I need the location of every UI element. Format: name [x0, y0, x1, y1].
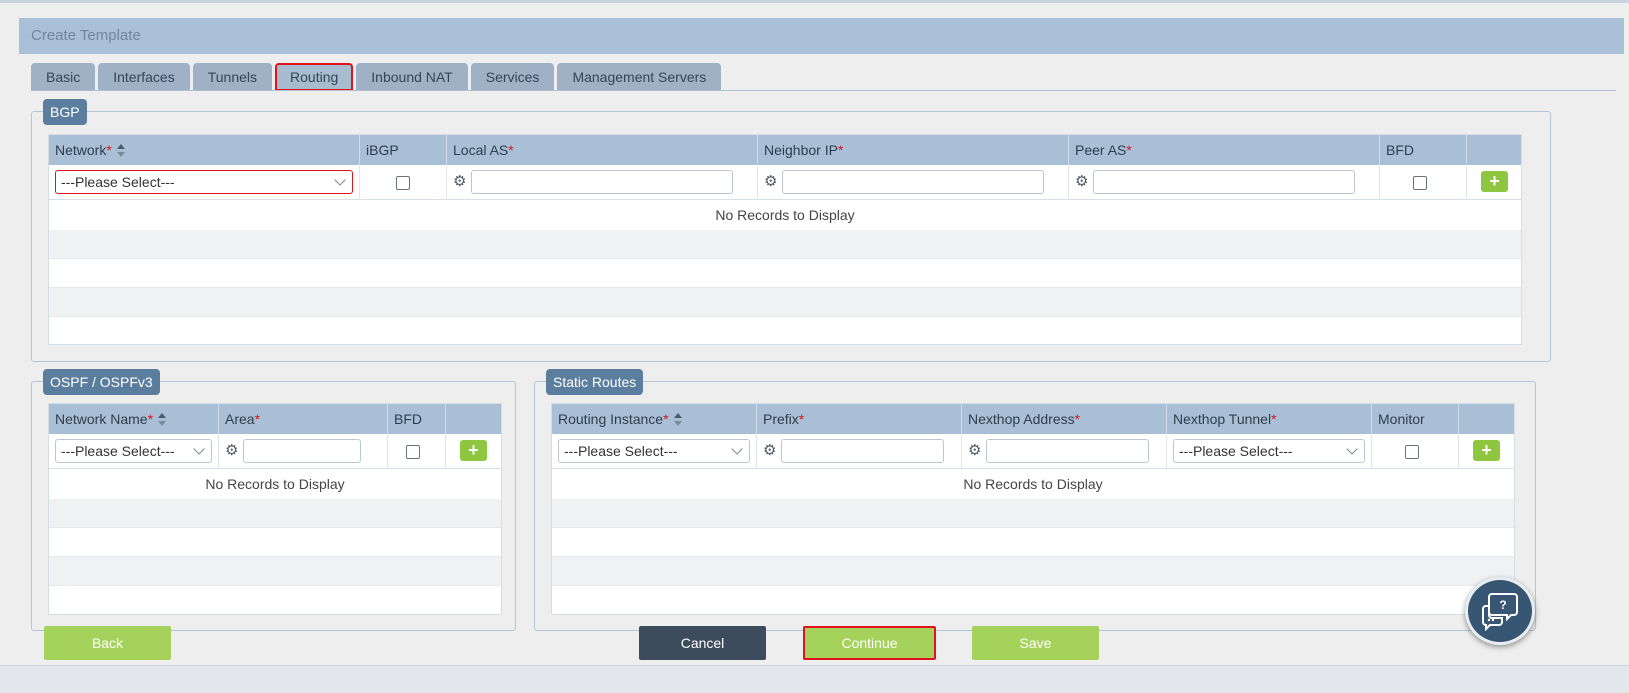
gear-icon[interactable]: ⚙ — [453, 174, 468, 189]
tab-services[interactable]: Services — [470, 63, 555, 91]
gear-icon[interactable]: ⚙ — [1075, 174, 1090, 189]
ospf-input-row: ---Please Select--- ⚙ + — [49, 434, 501, 469]
sort-icon[interactable] — [673, 413, 683, 427]
chevron-down-icon — [1346, 443, 1358, 455]
help-chat-button[interactable]: ? — [1465, 577, 1535, 645]
col-network-name[interactable]: Network Name* — [49, 404, 219, 434]
static-routes-empty-message: No Records to Display — [552, 469, 1514, 499]
tab-management-servers[interactable]: Management Servers — [557, 63, 722, 91]
gear-icon[interactable]: ⚙ — [764, 174, 779, 189]
gear-icon[interactable]: ⚙ — [968, 443, 983, 458]
ospf-grid: Network Name* Area* BFD ---Please Select… — [48, 403, 502, 615]
col-nexthop-tunnel: Nexthop Tunnel* — [1167, 404, 1372, 434]
tab-routing[interactable]: Routing — [275, 63, 354, 91]
col-area: Area* — [219, 404, 388, 434]
static-routes-legend: Static Routes — [546, 369, 644, 395]
table-row — [552, 499, 1514, 528]
table-row — [49, 317, 1521, 346]
table-row — [49, 499, 501, 528]
ospf-add-button[interactable]: + — [460, 440, 487, 461]
routing-instance-select[interactable]: ---Please Select--- — [558, 439, 750, 463]
col-neighbor-ip: Neighbor IP* — [758, 135, 1069, 165]
static-route-add-button[interactable]: + — [1473, 440, 1500, 461]
nexthop-tunnel-select[interactable]: ---Please Select--- — [1173, 439, 1365, 463]
continue-button[interactable]: Continue — [803, 626, 936, 660]
static-routes-grid: Routing Instance* Prefix* Nexthop Addres… — [551, 403, 1515, 615]
bgp-legend: BGP — [43, 99, 87, 125]
ospf-legend: OSPF / OSPFv3 — [43, 369, 160, 395]
col-network[interactable]: Network* — [49, 135, 360, 165]
col-actions — [1467, 135, 1521, 165]
col-routing-instance[interactable]: Routing Instance* — [552, 404, 757, 434]
bgp-grid: Network* iBGP Local AS* Neighbor IP* Pee… — [48, 134, 1522, 345]
col-peer-as: Peer AS* — [1069, 135, 1380, 165]
tab-basic[interactable]: Basic — [31, 63, 96, 91]
sort-icon[interactable] — [157, 413, 167, 427]
table-row — [49, 259, 1521, 288]
tab-inbound-nat[interactable]: Inbound NAT — [356, 63, 468, 91]
static-routes-input-row: ---Please Select--- ⚙ ⚙ ---Please Select… — [552, 434, 1514, 469]
bgp-network-select[interactable]: ---Please Select--- — [55, 170, 353, 194]
tab-divider — [31, 90, 1616, 91]
monitor-checkbox[interactable] — [1405, 445, 1419, 459]
table-row — [49, 528, 501, 557]
col-nexthop-address: Nexthop Address* — [962, 404, 1167, 434]
chevron-down-icon — [731, 443, 743, 455]
table-row — [552, 528, 1514, 557]
bgp-input-row: ---Please Select--- ⚙ ⚙ ⚙ + — [49, 165, 1521, 200]
bgp-add-button[interactable]: + — [1481, 171, 1508, 192]
table-row — [49, 557, 501, 586]
chevron-down-icon — [193, 443, 205, 455]
ospf-area-input[interactable] — [243, 439, 361, 463]
col-actions — [1459, 404, 1514, 434]
col-local-as: Local AS* — [447, 135, 758, 165]
back-button[interactable]: Back — [44, 626, 171, 660]
table-row — [49, 586, 501, 615]
prefix-input[interactable] — [781, 439, 944, 463]
page-title: Create Template — [19, 18, 1624, 54]
bgp-peer-as-input[interactable] — [1093, 170, 1355, 194]
table-row — [552, 557, 1514, 586]
tab-bar: Basic Interfaces Tunnels Routing Inbound… — [31, 63, 724, 91]
ospf-bfd-checkbox[interactable] — [406, 445, 420, 459]
bgp-bfd-checkbox[interactable] — [1413, 176, 1427, 190]
bgp-empty-message: No Records to Display — [49, 200, 1521, 230]
sort-icon[interactable] — [116, 144, 126, 158]
col-ibgp: iBGP — [360, 135, 447, 165]
ospf-empty-message: No Records to Display — [49, 469, 501, 499]
bgp-ibgp-checkbox[interactable] — [396, 176, 410, 190]
bgp-local-as-input[interactable] — [471, 170, 733, 194]
static-routes-grid-header: Routing Instance* Prefix* Nexthop Addres… — [552, 404, 1514, 434]
ospf-network-select[interactable]: ---Please Select--- — [55, 439, 212, 463]
nexthop-address-input[interactable] — [986, 439, 1149, 463]
col-bfd: BFD — [388, 404, 446, 434]
bottom-strip — [0, 665, 1629, 693]
bgp-neighbor-ip-input[interactable] — [782, 170, 1044, 194]
gear-icon[interactable]: ⚙ — [763, 443, 778, 458]
cancel-button[interactable]: Cancel — [639, 626, 766, 660]
col-bfd: BFD — [1380, 135, 1467, 165]
create-template-page: Create Template Basic Interfaces Tunnels… — [0, 0, 1629, 693]
table-row — [552, 586, 1514, 615]
svg-text:?: ? — [1499, 598, 1506, 612]
save-button[interactable]: Save — [972, 626, 1099, 660]
tab-interfaces[interactable]: Interfaces — [98, 63, 190, 91]
table-row — [49, 230, 1521, 259]
bgp-grid-header: Network* iBGP Local AS* Neighbor IP* Pee… — [49, 135, 1521, 165]
gear-icon[interactable]: ⚙ — [225, 443, 240, 458]
chevron-down-icon — [334, 174, 346, 186]
help-chat-icon: ? — [1482, 593, 1518, 632]
ospf-grid-header: Network Name* Area* BFD — [49, 404, 501, 434]
table-row — [49, 288, 1521, 317]
col-actions — [446, 404, 501, 434]
tab-tunnels[interactable]: Tunnels — [192, 63, 273, 91]
col-monitor: Monitor — [1372, 404, 1459, 434]
col-prefix: Prefix* — [757, 404, 962, 434]
